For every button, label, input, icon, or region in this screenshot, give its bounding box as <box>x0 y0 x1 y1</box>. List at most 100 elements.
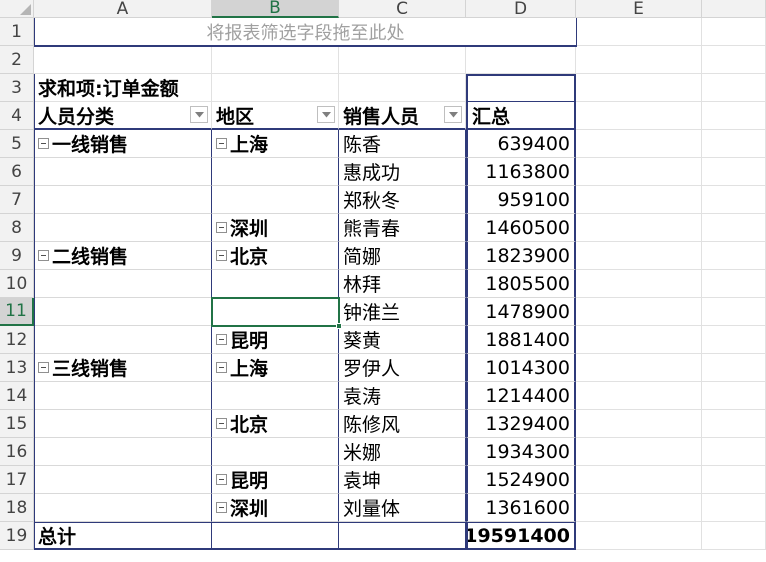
category-cell[interactable] <box>34 410 212 438</box>
salesperson-cell[interactable]: 陈香 <box>339 130 466 158</box>
select-all-corner[interactable] <box>0 0 34 18</box>
grid-cell[interactable] <box>702 382 766 410</box>
grid-cell[interactable] <box>576 130 702 158</box>
category-cell[interactable] <box>34 270 212 298</box>
grid-cell[interactable] <box>576 466 702 494</box>
region-cell[interactable] <box>212 270 339 298</box>
salesperson-cell[interactable]: 刘量体 <box>339 494 466 522</box>
row-field-header-category[interactable]: 人员分类 <box>34 102 212 130</box>
row-header-16[interactable]: 16 <box>0 438 34 466</box>
total-blank-b[interactable] <box>212 522 339 550</box>
row-header-15[interactable]: 15 <box>0 410 34 438</box>
collapse-minus-icon[interactable] <box>216 502 227 513</box>
grid-cell[interactable] <box>212 46 339 74</box>
grid-cell[interactable] <box>702 298 766 326</box>
pivot-blank-c3[interactable] <box>339 74 466 102</box>
column-header-b[interactable]: B <box>212 0 339 18</box>
row-header-8[interactable]: 8 <box>0 214 34 242</box>
collapse-minus-icon[interactable] <box>216 418 227 429</box>
grid-cell[interactable] <box>576 46 702 74</box>
salesperson-cell[interactable]: 葵黄 <box>339 326 466 354</box>
row-header-7[interactable]: 7 <box>0 186 34 214</box>
grid-cell[interactable] <box>34 46 212 74</box>
row-header-11[interactable]: 11 <box>0 298 34 326</box>
report-filter-drop-area[interactable]: 将报表筛选字段拖至此处 <box>34 18 577 47</box>
amount-cell[interactable]: 1934300 <box>466 438 576 466</box>
salesperson-cell[interactable]: 袁坤 <box>339 466 466 494</box>
row-header-6[interactable]: 6 <box>0 158 34 186</box>
row-header-4[interactable]: 4 <box>0 102 34 130</box>
grid-cell[interactable] <box>576 214 702 242</box>
grid-cell[interactable] <box>702 522 766 550</box>
column-header-c[interactable]: C <box>339 0 466 19</box>
salesperson-cell[interactable]: 林拜 <box>339 270 466 298</box>
grid-cell[interactable] <box>576 326 702 354</box>
amount-cell[interactable]: 1214400 <box>466 382 576 410</box>
category-cell[interactable] <box>34 438 212 466</box>
collapse-minus-icon[interactable] <box>216 138 227 149</box>
category-cell[interactable]: 一线销售 <box>34 130 212 158</box>
grid-cell[interactable] <box>576 494 702 522</box>
collapse-minus-icon[interactable] <box>38 138 49 149</box>
category-cell[interactable] <box>34 158 212 186</box>
grid-cell[interactable] <box>576 382 702 410</box>
grid-cell[interactable] <box>576 18 702 46</box>
category-cell[interactable] <box>34 214 212 242</box>
category-cell[interactable] <box>34 382 212 410</box>
grid-cell[interactable] <box>702 242 766 270</box>
row-header-9[interactable]: 9 <box>0 242 34 270</box>
amount-cell[interactable]: 1823900 <box>466 242 576 270</box>
category-cell[interactable] <box>34 186 212 214</box>
grid-cell[interactable] <box>702 466 766 494</box>
category-cell[interactable]: 三线销售 <box>34 354 212 382</box>
row-header-1[interactable]: 1 <box>0 18 34 46</box>
region-cell[interactable]: 昆明 <box>212 326 339 354</box>
grid-cell[interactable] <box>576 438 702 466</box>
region-cell[interactable]: 上海 <box>212 354 339 382</box>
salesperson-cell[interactable]: 米娜 <box>339 438 466 466</box>
grid-cell[interactable] <box>702 326 766 354</box>
active-cell-selection[interactable] <box>211 297 340 327</box>
region-cell[interactable] <box>212 158 339 186</box>
column-header-d[interactable]: D <box>466 0 576 19</box>
grid-cell[interactable] <box>702 410 766 438</box>
collapse-minus-icon[interactable] <box>216 474 227 485</box>
grid-cell[interactable] <box>702 102 766 130</box>
region-cell[interactable]: 深圳 <box>212 214 339 242</box>
grid-cell[interactable] <box>702 438 766 466</box>
row-header-17[interactable]: 17 <box>0 466 34 494</box>
grid-cell[interactable] <box>702 158 766 186</box>
category-cell[interactable] <box>34 466 212 494</box>
salesperson-cell[interactable]: 郑秋冬 <box>339 186 466 214</box>
region-cell[interactable]: 北京 <box>212 242 339 270</box>
grand-total-value[interactable]: 19591400 <box>466 522 576 550</box>
salesperson-cell[interactable]: 钟淮兰 <box>339 298 466 326</box>
grand-total-header[interactable]: 汇总 <box>466 102 576 130</box>
row-header-12[interactable]: 12 <box>0 326 34 354</box>
grid-cell[interactable] <box>576 270 702 298</box>
category-cell[interactable] <box>34 298 212 326</box>
row-header-19[interactable]: 19 <box>0 522 34 550</box>
region-cell[interactable] <box>212 382 339 410</box>
salesperson-cell[interactable]: 陈修风 <box>339 410 466 438</box>
row-header-10[interactable]: 10 <box>0 270 34 298</box>
grid-cell[interactable] <box>466 46 576 74</box>
amount-cell[interactable]: 639400 <box>466 130 576 158</box>
region-cell[interactable]: 昆明 <box>212 466 339 494</box>
spreadsheet-grid[interactable]: A B C D E 1 2 3 4 5 6 7 8 9 10 11 12 13 14 15 16 17 18 19 将报表筛选字… <box>0 0 766 562</box>
grid-cell[interactable] <box>339 46 466 74</box>
row-header-14[interactable]: 14 <box>0 382 34 410</box>
salesperson-cell[interactable]: 袁涛 <box>339 382 466 410</box>
grid-cell[interactable] <box>702 270 766 298</box>
filter-dropdown-button[interactable] <box>444 106 462 123</box>
grand-total-label[interactable]: 总计 <box>34 522 212 550</box>
grid-cell[interactable] <box>576 242 702 270</box>
grid-cell[interactable] <box>702 74 766 102</box>
grid-cell[interactable] <box>702 494 766 522</box>
collapse-minus-icon[interactable] <box>38 250 49 261</box>
region-cell[interactable]: 北京 <box>212 410 339 438</box>
salesperson-cell[interactable]: 惠成功 <box>339 158 466 186</box>
grid-cell[interactable] <box>576 410 702 438</box>
row-header-13[interactable]: 13 <box>0 354 34 382</box>
collapse-minus-icon[interactable] <box>38 362 49 373</box>
